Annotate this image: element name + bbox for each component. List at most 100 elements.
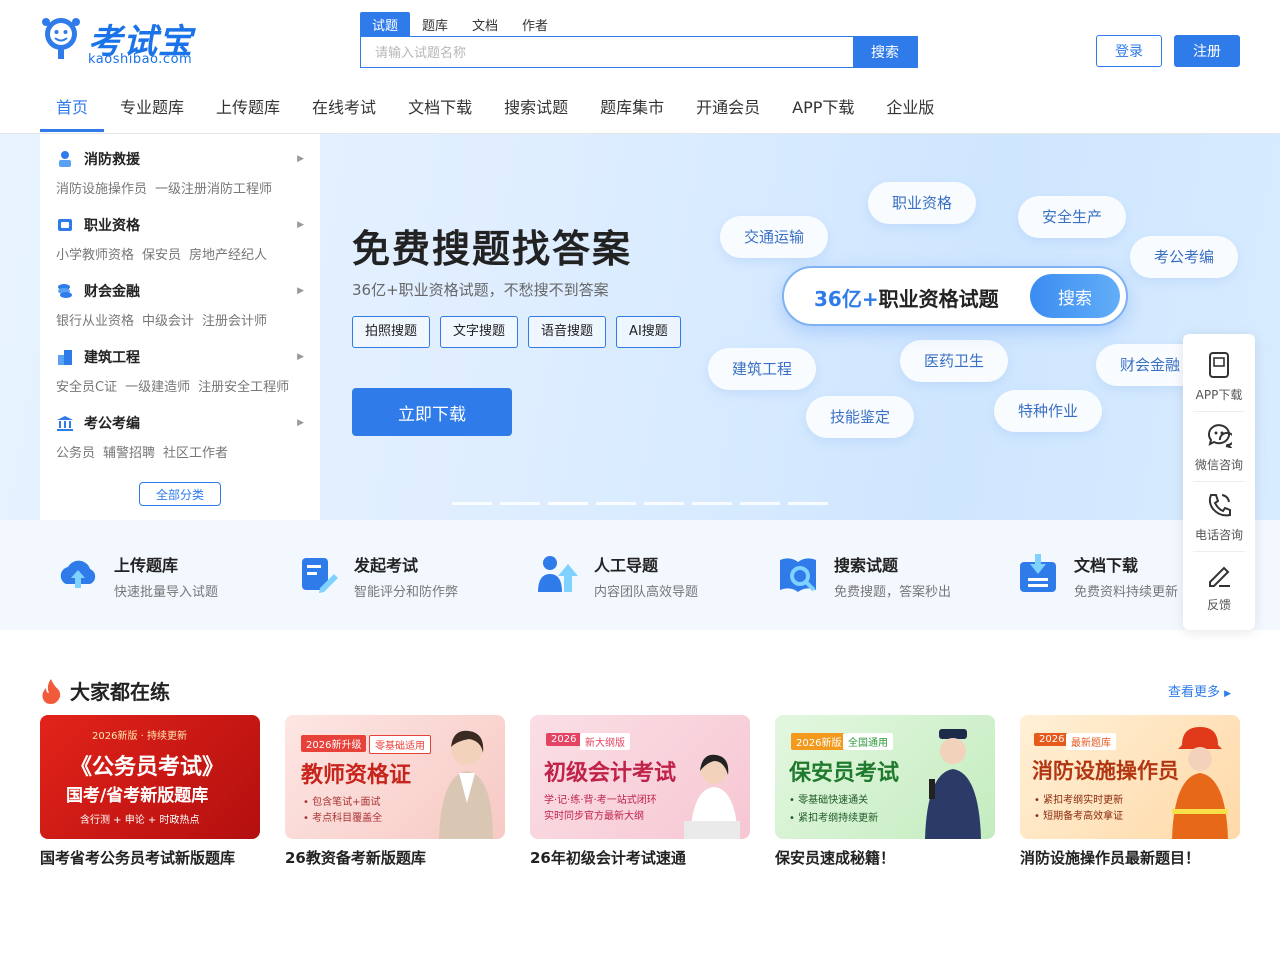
bubble-safety[interactable]: 安全生产	[1018, 196, 1127, 238]
login-button[interactable]: 登录	[1096, 35, 1162, 67]
carousel-dot[interactable]	[500, 502, 540, 505]
card-img-line: • 零基础快速通关	[789, 795, 869, 806]
carousel-dot[interactable]	[740, 502, 780, 505]
view-more-link[interactable]: 查看更多 ▶	[1168, 681, 1231, 700]
category-link[interactable]: 保安员	[142, 248, 181, 263]
card-img-line: 学·记·练·背·考一站式闭环	[544, 795, 657, 806]
course-card[interactable]: 2026 新大纲版 初级会计考试 学·记·练·背·考一站式闭环 实时同步官方最新…	[530, 715, 750, 868]
search-tab-banks[interactable]: 题库	[410, 12, 460, 36]
course-card[interactable]: 2026新版 · 持续更新 《公务员考试》 国考/省考新版题库 含行测 + 申论…	[40, 715, 260, 868]
nav-market[interactable]: 题库集市	[584, 82, 680, 132]
nav-app[interactable]: APP下载	[776, 82, 870, 132]
category-link[interactable]: 一级建造师	[125, 380, 190, 395]
side-feedback[interactable]: 反馈	[1193, 552, 1245, 622]
search-tab-docs[interactable]: 文档	[460, 12, 510, 36]
category-link[interactable]: 安全员C证	[56, 380, 117, 395]
nav-pro-banks[interactable]: 专业题库	[104, 82, 200, 132]
category-civil-service[interactable]: 考公考编 ▶ 公务员 辅警招聘 社区工作者	[56, 412, 304, 478]
carousel-dot[interactable]	[692, 502, 732, 505]
pill-search-button[interactable]: 搜索	[1030, 274, 1120, 318]
category-link[interactable]: 社区工作者	[163, 446, 228, 461]
feature-search[interactable]: 搜索试题 免费搜题，答案秒出	[776, 550, 996, 602]
tag-voice-search[interactable]: 语音搜题	[528, 316, 607, 348]
wechat-icon	[1208, 424, 1232, 448]
carousel-dot[interactable]	[644, 502, 684, 505]
category-links: 消防设施操作员 一级注册消防工程师	[56, 178, 304, 197]
category-link[interactable]: 小学教师资格	[56, 248, 134, 263]
all-categories-button[interactable]: 全部分类	[139, 482, 221, 506]
category-finance[interactable]: 财会金融 ▶ 银行从业资格 中级会计 注册会计师	[56, 280, 304, 346]
course-card[interactable]: 2026新版 全国通用 保安员考试 • 零基础快速通关 • 紧扣考纲持续更新 保…	[775, 715, 995, 868]
course-card[interactable]: 2026新升级 零基础适用 教师资格证 • 包含笔试+面试 • 考点科目覆盖全 …	[285, 715, 505, 868]
bubble-qualification[interactable]: 职业资格	[868, 182, 977, 224]
category-link[interactable]: 房地产经纪人	[189, 248, 267, 263]
bubble-medical[interactable]: 医药卫生	[900, 340, 1009, 382]
category-title: 考公考编	[84, 416, 140, 432]
category-construction[interactable]: 建筑工程 ▶ 安全员C证 一级建造师 注册安全工程师	[56, 346, 304, 412]
carousel-dot[interactable]	[788, 502, 828, 505]
search-input[interactable]	[361, 37, 853, 67]
category-link[interactable]: 注册会计师	[202, 314, 267, 329]
nav-enterprise[interactable]: 企业版	[870, 82, 950, 132]
tag-photo-search[interactable]: 拍照搜题	[352, 316, 431, 348]
feature-subtitle: 快速批量导入试题	[114, 585, 219, 600]
category-link[interactable]: 银行从业资格	[56, 314, 134, 329]
bubble-construction[interactable]: 建筑工程	[708, 348, 817, 390]
search-tab-questions[interactable]: 试题	[360, 12, 411, 36]
feature-upload[interactable]: 上传题库 快速批量导入试题	[56, 550, 276, 602]
nav-online-exam[interactable]: 在线考试	[296, 82, 392, 132]
nav-upload[interactable]: 上传题库	[200, 82, 296, 132]
chevron-right-icon: ▶	[297, 352, 304, 362]
carousel-dot[interactable]	[452, 502, 492, 505]
download-now-button[interactable]: 立即下载	[352, 388, 512, 436]
bubble-special-ops[interactable]: 特种作业	[994, 390, 1103, 432]
tag-ai-search[interactable]: AI搜题	[616, 316, 681, 348]
feature-title: 上传题库	[114, 556, 179, 575]
nav-doc-download[interactable]: 文档下载	[392, 82, 488, 132]
category-links: 安全员C证 一级建造师 注册安全工程师	[56, 376, 304, 395]
nav-home[interactable]: 首页	[40, 82, 105, 132]
carousel-dot[interactable]	[596, 502, 636, 505]
card-img-title: 教师资格证	[301, 763, 412, 788]
card-img-title: 消防设施操作员	[1032, 759, 1179, 783]
fire-icon	[42, 678, 61, 704]
site-logo[interactable]: 考试宝 kaoshibao.com	[40, 14, 200, 68]
category-link[interactable]: 公务员	[56, 446, 95, 461]
course-card-name: 国考省考公务员考试新版题库	[40, 849, 236, 867]
search-tab-authors[interactable]: 作者	[510, 12, 560, 36]
category-link[interactable]: 注册安全工程师	[198, 380, 289, 395]
category-link[interactable]: 消防设施操作员	[56, 182, 147, 197]
banner-search-pill[interactable]: 36亿+职业资格试题 搜索	[782, 266, 1128, 326]
bubble-civil-service[interactable]: 考公考编	[1130, 236, 1239, 278]
bubble-transport[interactable]: 交通运输	[720, 216, 829, 258]
card-img-line2: 实时同步官方最新大纲	[544, 811, 644, 822]
main-nav: 首页 专业题库 上传题库 在线考试 文档下载 搜索试题 题库集市 开通会员 AP…	[40, 82, 950, 132]
nav-vip[interactable]: 开通会员	[680, 82, 776, 132]
category-title: 财会金融	[84, 284, 140, 300]
category-link[interactable]: 中级会计	[142, 314, 194, 329]
feature-exam[interactable]: 发起考试 智能评分和防作弊	[296, 550, 516, 602]
category-fire[interactable]: 消防救援 ▶ 消防设施操作员 一级注册消防工程师	[56, 148, 304, 214]
category-link[interactable]: 辅警招聘	[103, 446, 155, 461]
student-illustration	[684, 754, 740, 839]
category-link[interactable]: 一级注册消防工程师	[155, 182, 272, 197]
card-img-title: 《公务员考试》	[70, 755, 225, 780]
carousel-dot-active[interactable]	[548, 502, 588, 505]
card-img-line2: • 考点科目覆盖全	[303, 813, 383, 824]
course-card[interactable]: 2026 最新题库 消防设施操作员 • 紧扣考纲实时更新 • 短期备考高效拿证 …	[1020, 715, 1240, 868]
side-phone[interactable]: 电话咨询	[1193, 482, 1245, 552]
category-links: 银行从业资格 中级会计 注册会计师	[56, 310, 304, 329]
firefighter-icon	[56, 150, 74, 168]
tag-text-search[interactable]: 文字搜题	[440, 316, 519, 348]
register-button[interactable]: 注册	[1174, 35, 1240, 67]
category-panel: 消防救援 ▶ 消防设施操作员 一级注册消防工程师 职业资格 ▶ 小学教师资格 保安员…	[40, 134, 320, 520]
bubble-skills[interactable]: 技能鉴定	[806, 396, 915, 438]
search-button[interactable]: 搜索	[853, 37, 917, 67]
feature-manual-import[interactable]: 人工导题 内容团队高效导题	[536, 550, 756, 602]
category-qualification[interactable]: 职业资格 ▶ 小学教师资格 保安员 房地产经纪人	[56, 214, 304, 280]
side-wechat[interactable]: 微信咨询	[1193, 412, 1245, 482]
nav-search[interactable]: 搜索试题	[488, 82, 584, 132]
firefighter-illustration	[1172, 727, 1228, 839]
side-label: 反馈	[1206, 598, 1231, 612]
side-app-download[interactable]: APP下载	[1193, 342, 1245, 412]
